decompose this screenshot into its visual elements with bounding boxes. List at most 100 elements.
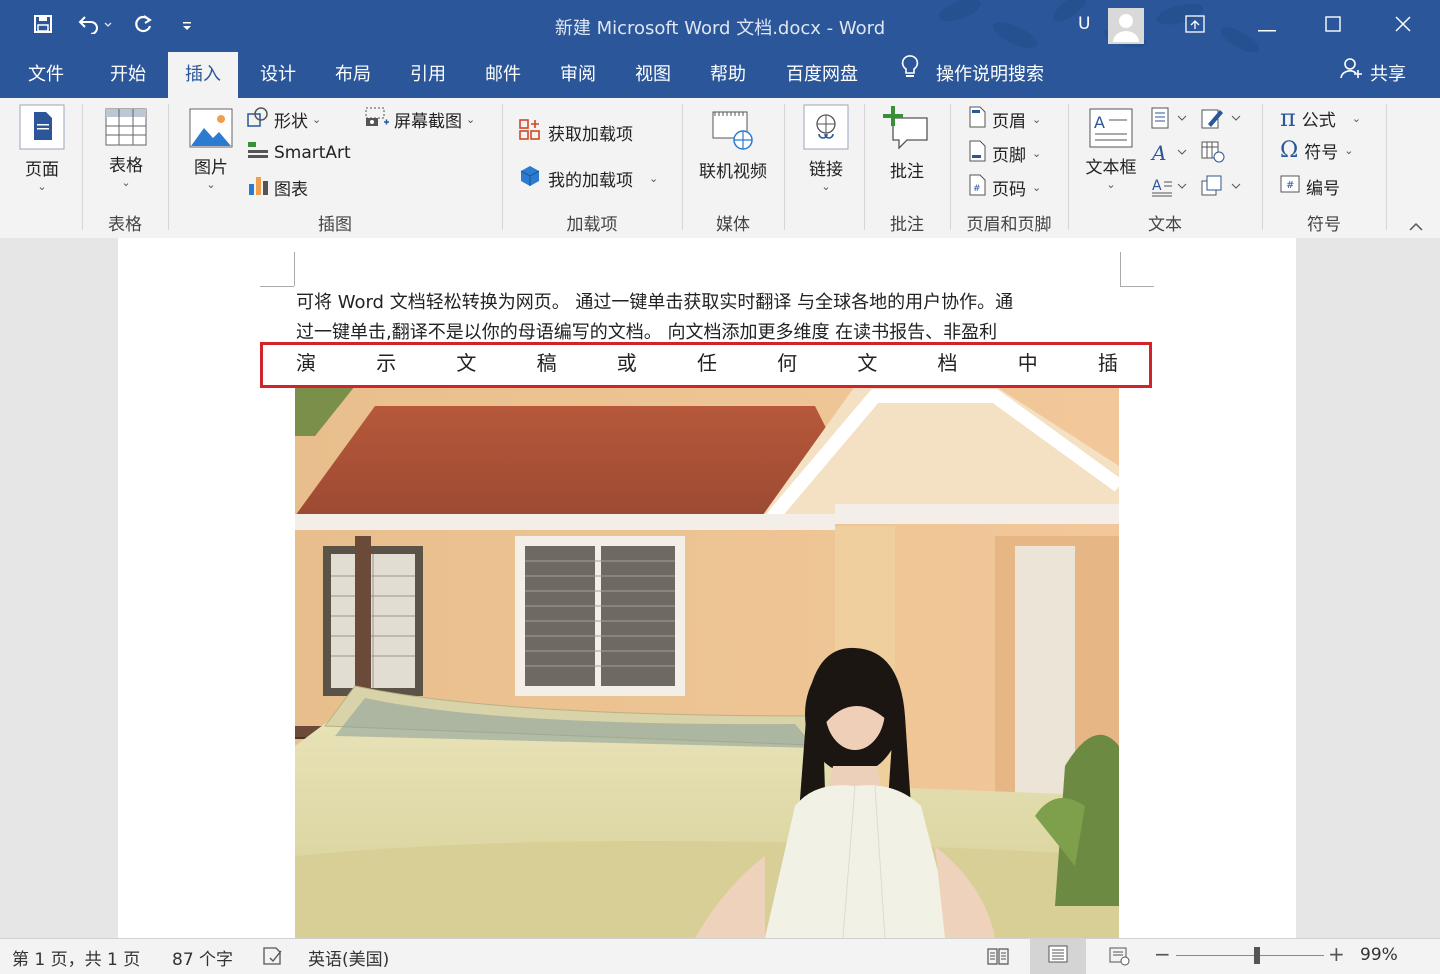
tab-help[interactable]: 帮助	[708, 52, 748, 98]
pictures-button[interactable]: 图片 ⌄	[184, 108, 238, 191]
number-icon: #	[1280, 175, 1300, 198]
numbering-button[interactable]: # 编号	[1280, 174, 1340, 199]
signature-line-button[interactable]	[1200, 106, 1244, 135]
tab-insert[interactable]: 插入	[168, 52, 238, 98]
svg-text:A: A	[1152, 178, 1162, 194]
group-label-comments: 批注	[890, 215, 924, 235]
maximize-button[interactable]	[1300, 0, 1366, 52]
svg-text:#: #	[1286, 180, 1294, 191]
language[interactable]: 英语(美国)	[308, 945, 389, 970]
web-layout-icon	[1108, 947, 1132, 971]
read-mode-button[interactable]	[986, 946, 1010, 971]
minimize-button[interactable]	[1234, 0, 1300, 52]
page-number-button[interactable]: # 页码 ⌄	[968, 174, 1041, 201]
pages-label: 页面	[25, 160, 59, 180]
tab-file[interactable]: 文件	[26, 52, 66, 98]
text-box-icon: A	[1089, 108, 1133, 153]
chart-label: 图表	[274, 180, 308, 200]
group-divider	[1386, 104, 1387, 230]
object-button[interactable]	[1200, 174, 1244, 203]
group-label-addins: 加载项	[566, 215, 618, 235]
lightbulb-icon	[900, 52, 920, 98]
share-button[interactable]: 共享	[1338, 52, 1408, 98]
drop-cap-icon: A	[1150, 178, 1190, 203]
tab-mailings[interactable]: 邮件	[483, 52, 523, 98]
tab-references[interactable]: 引用	[408, 52, 448, 98]
collapse-ribbon-button[interactable]	[1408, 216, 1424, 236]
zoom-slider[interactable]	[1176, 947, 1324, 964]
group-label-text: 文本	[1148, 215, 1182, 235]
text-box-button[interactable]: A 文本框 ⌄	[1080, 108, 1142, 191]
new-comment-button[interactable]: 批注	[878, 106, 936, 182]
footer-button[interactable]: 页脚 ⌄	[968, 140, 1041, 167]
share-label: 共享	[1370, 64, 1406, 85]
links-button[interactable]: 链接 ⌄	[798, 104, 854, 193]
inline-photo[interactable]	[295, 386, 1119, 938]
status-bar: 第 1 页，共 1 页 87 个字 英语(美国) − + 99%	[0, 938, 1440, 974]
avatar[interactable]	[1108, 8, 1144, 44]
get-addins-button[interactable]: 获取加载项	[518, 118, 633, 147]
store-icon	[518, 118, 542, 147]
page-number-icon: #	[968, 174, 986, 201]
online-video-button[interactable]: 联机视频	[690, 108, 776, 182]
wordart-button[interactable]: A	[1150, 140, 1190, 169]
tab-view[interactable]: 视图	[633, 52, 673, 98]
group-divider	[784, 104, 785, 230]
chart-button[interactable]: 图表	[246, 174, 308, 201]
my-addins-button[interactable]: 我的加载项 ⌄	[518, 164, 658, 193]
paragraph-line[interactable]: 过一键单击,翻译不是以你的母语编写的文档。 向文档添加更多维度 在读书报告、非盈…	[296, 318, 1118, 340]
object-icon	[1200, 175, 1244, 203]
header-button[interactable]: 页眉 ⌄	[968, 106, 1041, 133]
tell-me-search[interactable]: 操作说明搜索	[898, 52, 1046, 98]
equation-button[interactable]: π 公式 ⌄	[1280, 104, 1361, 132]
table-icon	[105, 108, 147, 151]
tab-review[interactable]: 审阅	[558, 52, 598, 98]
smartart-button[interactable]: SmartArt	[246, 140, 351, 165]
group-label-header-footer: 页眉和页脚	[966, 215, 1052, 235]
close-button[interactable]	[1370, 0, 1436, 52]
chevron-down-icon: ⌄	[1106, 178, 1116, 191]
print-layout-icon	[1047, 944, 1069, 969]
proofing-button[interactable]	[262, 946, 286, 971]
symbol-button[interactable]: Ω 符号 ⌄	[1280, 138, 1353, 163]
web-layout-button[interactable]	[1108, 946, 1132, 971]
zoom-out-button[interactable]: −	[1154, 942, 1171, 966]
tell-me-label: 操作说明搜索	[936, 64, 1044, 85]
tab-baidu-netdisk[interactable]: 百度网盘	[784, 52, 860, 98]
shapes-button[interactable]: 形状 ⌄	[246, 106, 321, 133]
zoom-level[interactable]: 99%	[1360, 945, 1398, 965]
links-label: 链接	[809, 160, 843, 180]
numbering-label: 编号	[1306, 179, 1340, 199]
page-icon	[19, 104, 65, 155]
margin-mark	[1120, 252, 1121, 286]
print-layout-button[interactable]	[1030, 939, 1086, 974]
chevron-down-icon: ⌄	[1344, 144, 1354, 157]
chart-icon	[246, 174, 270, 201]
screenshot-button[interactable]: 屏幕截图 ⌄	[364, 106, 475, 133]
tab-layout[interactable]: 布局	[333, 52, 373, 98]
online-video-label: 联机视频	[699, 162, 767, 182]
header-icon	[968, 106, 986, 133]
tab-home[interactable]: 开始	[108, 52, 148, 98]
pi-icon: π	[1280, 104, 1296, 132]
chevron-down-icon: ⌄	[821, 180, 831, 193]
group-label-tables: 表格	[108, 215, 142, 235]
paragraph-line[interactable]: 可将 Word 文档轻松转换为网页。 通过一键单击获取实时翻译 与全球各地的用户…	[296, 288, 1118, 318]
quick-parts-button[interactable]	[1150, 106, 1190, 135]
table-button[interactable]: 表格 ⌄	[98, 108, 154, 189]
title-bar: 新建 Microsoft Word 文档.docx - Word U	[0, 0, 1440, 52]
group-label-symbols: 符号	[1307, 215, 1341, 235]
zoom-slider-thumb[interactable]	[1254, 947, 1261, 964]
drop-cap-button[interactable]: A	[1150, 174, 1190, 203]
highlight-box	[260, 342, 1152, 388]
pages-button[interactable]: 页面 ⌄	[14, 104, 70, 193]
word-count[interactable]: 87 个字	[172, 945, 233, 970]
margin-mark	[260, 286, 294, 287]
ribbon-display-options-button[interactable]	[1162, 0, 1228, 52]
page-count[interactable]: 第 1 页，共 1 页	[12, 945, 140, 970]
chevron-down-icon: ⌄	[1351, 111, 1361, 125]
date-time-button[interactable]	[1200, 140, 1228, 169]
equation-label: 公式	[1301, 110, 1336, 131]
zoom-in-button[interactable]: +	[1328, 942, 1345, 966]
tab-design[interactable]: 设计	[258, 52, 298, 98]
